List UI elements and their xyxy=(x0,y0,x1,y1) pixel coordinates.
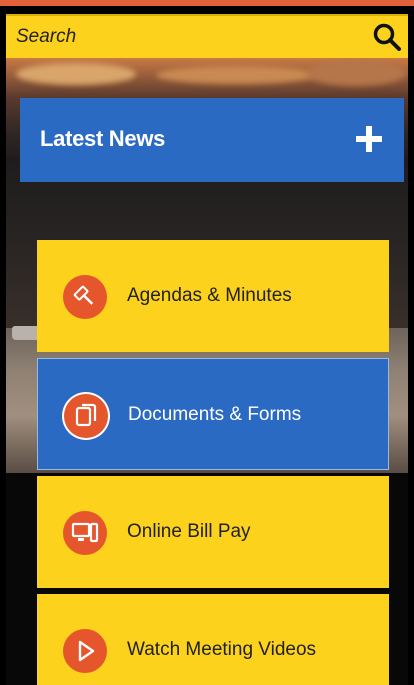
play-icon xyxy=(63,629,107,673)
gavel-icon xyxy=(63,275,107,319)
search-icon[interactable] xyxy=(372,22,402,52)
app-screen: Latest News Agendas & Minutes Documents … xyxy=(0,0,414,685)
menu-item-online-bill-pay[interactable]: Online Bill Pay xyxy=(37,476,389,588)
menu-item-label: Documents & Forms xyxy=(128,404,302,425)
menu-item-label: Agendas & Minutes xyxy=(127,285,292,306)
documents-icon xyxy=(64,394,108,438)
cloud xyxy=(306,60,406,86)
top-accent-bar xyxy=(0,0,414,6)
cloud xyxy=(16,63,136,85)
menu-item-watch-meeting-videos[interactable]: Watch Meeting Videos xyxy=(37,594,389,685)
computer-icon xyxy=(63,511,107,555)
menu-item-label: Online Bill Pay xyxy=(127,521,251,542)
search-input[interactable] xyxy=(16,22,346,52)
menu-item-agendas-minutes[interactable]: Agendas & Minutes xyxy=(37,240,389,352)
search-bar xyxy=(6,14,408,58)
cloud xyxy=(156,66,316,84)
menu-item-documents-forms[interactable]: Documents & Forms xyxy=(37,358,389,470)
latest-news-title: Latest News xyxy=(40,126,166,151)
latest-news-bar[interactable]: Latest News xyxy=(20,98,404,182)
plus-icon[interactable] xyxy=(354,124,384,154)
menu-item-label: Watch Meeting Videos xyxy=(127,639,317,660)
